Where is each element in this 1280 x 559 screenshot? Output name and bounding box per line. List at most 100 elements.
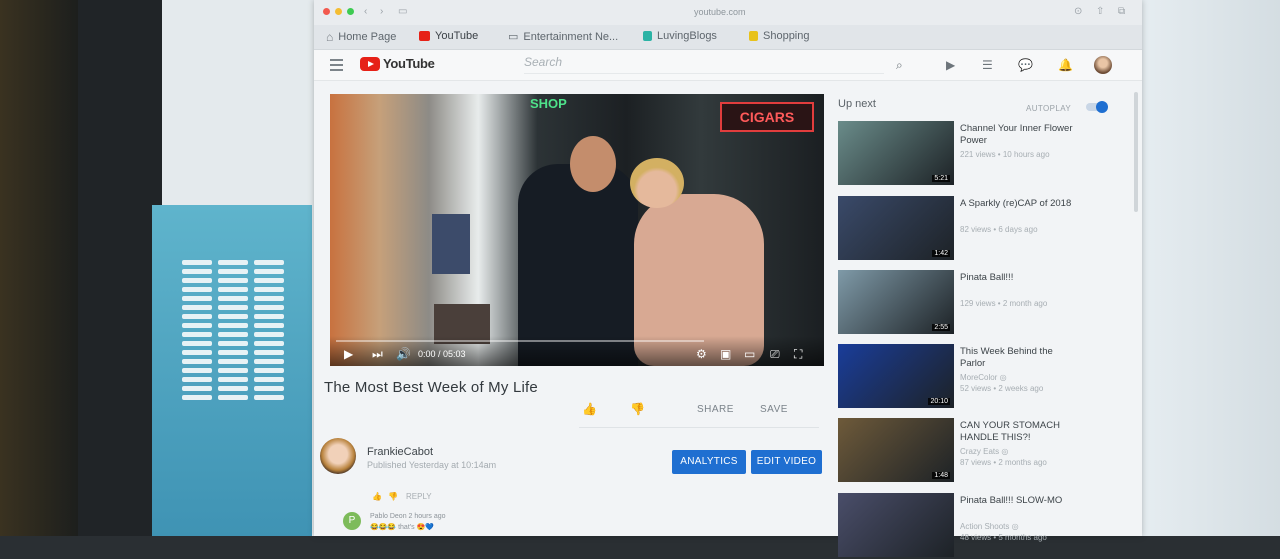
video-duration: 1:48	[932, 472, 950, 479]
back-icon[interactable]: ‹	[364, 6, 367, 17]
maximize-window-button[interactable]	[347, 8, 354, 15]
messages-icon[interactable]: 💬	[1018, 58, 1033, 72]
forward-icon[interactable]: ›	[380, 6, 383, 17]
recommended-video[interactable]: 2:55 Pinata Ball!!! 129 views • 2 month ag…	[838, 270, 1128, 336]
download-icon[interactable]: ⊙	[1074, 6, 1082, 17]
recommended-video-channel[interactable]: MoreColor ◎	[960, 372, 1100, 383]
player-controls: ▶ ⏭ 🔊 0:00 / 05:03 ⚙ ▣ ▭ ⎚ ⛶	[330, 336, 824, 366]
video-thumbnail[interactable]	[838, 493, 954, 557]
account-avatar[interactable]	[1094, 56, 1112, 74]
edit-video-button[interactable]: EDIT VIDEO	[751, 450, 822, 474]
youtube-play-icon	[360, 56, 380, 71]
theater-mode-icon[interactable]: ▭	[744, 347, 755, 361]
video-player[interactable]: SHOP CIGARS ▶ ⏭ 🔊 0:00 / 05:03 ⚙ ▣ ▭ ⎚ ⛶	[330, 94, 824, 366]
wall-poster	[432, 214, 470, 274]
video-thumbnail[interactable]: 20:10	[838, 344, 954, 408]
share-icon[interactable]: ⇧	[1096, 6, 1104, 17]
cast-icon[interactable]: ⎚	[770, 347, 780, 362]
youtube-header: YouTube Search ⌕ ▶ ☰ 💬 🔔	[314, 50, 1142, 81]
recommended-video-title[interactable]: CAN YOUR STOMACH HANDLE THIS?!	[960, 420, 1080, 444]
recommended-video-title[interactable]: Pinata Ball!!!	[960, 272, 1080, 284]
save-button[interactable]: SAVE	[760, 404, 788, 415]
video-thumbnail[interactable]: 2:55	[838, 270, 954, 334]
recommended-video[interactable]: 1:48 CAN YOUR STOMACH HANDLE THIS?! Crazy …	[838, 418, 1128, 484]
recommended-video-title[interactable]: A Sparkly (re)CAP of 2018	[960, 198, 1080, 210]
bookmark-label: YouTube	[435, 30, 479, 42]
tabs-overview-icon[interactable]: ⧉	[1118, 6, 1125, 17]
play-icon[interactable]: ▶	[344, 347, 353, 361]
youtube-logo[interactable]: YouTube	[360, 56, 435, 71]
background-right	[1140, 0, 1280, 536]
cigars-neon-sign: CIGARS	[720, 102, 814, 132]
comment-like-icon[interactable]: 👍	[372, 492, 382, 501]
recommended-video-title[interactable]: This Week Behind the Parlor	[960, 346, 1080, 370]
channel-avatar[interactable]	[320, 438, 356, 474]
recommended-video-views: 221 views • 10 hours ago	[960, 150, 1050, 159]
volume-icon[interactable]: 🔊	[396, 347, 411, 361]
recommended-video-title[interactable]: Pinata Ball!!! SLOW-MO	[960, 495, 1080, 507]
comment-text: 😂😂😂 that's 😍💙	[370, 524, 434, 531]
comment-username[interactable]: Pablo Deon	[370, 513, 407, 520]
folder-icon: ▭	[508, 31, 519, 43]
shopping-icon	[749, 31, 758, 41]
video-duration: 5:21	[932, 175, 950, 182]
analytics-button[interactable]: ANALYTICS	[672, 450, 746, 474]
bookmark-youtube[interactable]: YouTube	[419, 30, 478, 42]
recommended-video[interactable]: 20:10 This Week Behind the Parlor MoreColo…	[838, 344, 1128, 410]
address-bar[interactable]: youtube.com	[694, 7, 746, 17]
progress-bar[interactable]	[336, 340, 704, 342]
reply-button[interactable]: REPLY	[406, 492, 432, 501]
video-thumbnail[interactable]: 1:42	[838, 196, 954, 260]
fullscreen-icon[interactable]: ⛶	[794, 347, 802, 362]
settings-icon[interactable]: ⚙	[696, 347, 707, 361]
recommended-video-views: 52 views • 2 weeks ago	[960, 384, 1044, 393]
video-thumbnail[interactable]: 1:48	[838, 418, 954, 482]
bookmark-label: Shopping	[763, 30, 810, 42]
video-duration: 2:55	[932, 324, 950, 331]
menu-icon[interactable]	[330, 59, 343, 74]
bookmark-label: Entertainment Ne...	[523, 30, 619, 43]
bookmark-label: Home Page	[338, 31, 397, 43]
dislike-icon[interactable]: 👎	[630, 402, 645, 416]
notifications-icon[interactable]: 🔔	[1058, 58, 1073, 72]
graffiti-poster: ​	[152, 205, 312, 536]
sidebar-icon[interactable]: ▭	[398, 6, 407, 17]
video-thumbnail[interactable]: 5:21	[838, 121, 954, 185]
monitor-bezel	[78, 0, 162, 536]
bookmark-luvingblogs[interactable]: LuvingBlogs	[643, 30, 717, 42]
bookmark-home-page[interactable]: ⌂ Home Page	[326, 30, 396, 44]
next-icon[interactable]: ⏭	[372, 347, 383, 362]
blog-icon	[643, 31, 652, 41]
recommended-video-views: 87 views • 2 months ago	[960, 458, 1047, 467]
comment-time: 2 hours ago	[408, 513, 446, 520]
youtube-icon	[419, 31, 430, 41]
upload-video-icon[interactable]: ▶	[946, 58, 955, 72]
recommended-video-channel[interactable]: Action Shoots ◎	[960, 521, 1100, 532]
search-icon[interactable]: ⌕	[896, 58, 903, 73]
poster-vents	[182, 260, 284, 400]
recommended-video[interactable]: 5:21 Channel Your Inner Flower Power 221 v…	[838, 121, 1128, 187]
comment-dislike-icon[interactable]: 👎	[388, 492, 398, 501]
apps-icon[interactable]: ☰	[982, 58, 993, 72]
autoplay-toggle[interactable]	[1086, 101, 1108, 113]
browser-window: ‹ › ▭ youtube.com ⊙ ⇧ ⧉ ⌂ Home Page YouT…	[314, 0, 1142, 557]
recommended-video[interactable]: Pinata Ball!!! SLOW-MO Action Shoots ◎ 48 …	[838, 493, 1128, 559]
scrollbar[interactable]	[1134, 92, 1138, 212]
recommended-video-channel[interactable]: Crazy Eats ◎	[960, 446, 1100, 457]
recommended-video-title[interactable]: Channel Your Inner Flower Power	[960, 123, 1080, 147]
comment-avatar[interactable]: P	[343, 512, 361, 530]
recommended-video-views: 129 views • 2 month ago	[960, 299, 1048, 308]
channel-name[interactable]: FrankieCabot	[367, 446, 433, 458]
share-button[interactable]: SHARE	[697, 404, 734, 415]
minimize-window-button[interactable]	[335, 8, 342, 15]
miniplayer-icon[interactable]: ▣	[720, 347, 731, 361]
close-window-button[interactable]	[323, 8, 330, 15]
like-icon[interactable]: 👍	[582, 402, 597, 416]
bookmark-shopping[interactable]: Shopping	[749, 30, 810, 42]
divider	[579, 427, 819, 428]
search-input[interactable]: Search	[524, 55, 884, 74]
recommended-video[interactable]: 1:42 A Sparkly (re)CAP of 2018 82 views • …	[838, 196, 1128, 262]
browser-titlebar: ‹ › ▭ youtube.com ⊙ ⇧ ⧉	[314, 0, 1142, 25]
video-duration: 20:10	[928, 398, 950, 405]
bookmark-entertainment[interactable]: ▭ Entertainment Ne...	[508, 30, 619, 44]
